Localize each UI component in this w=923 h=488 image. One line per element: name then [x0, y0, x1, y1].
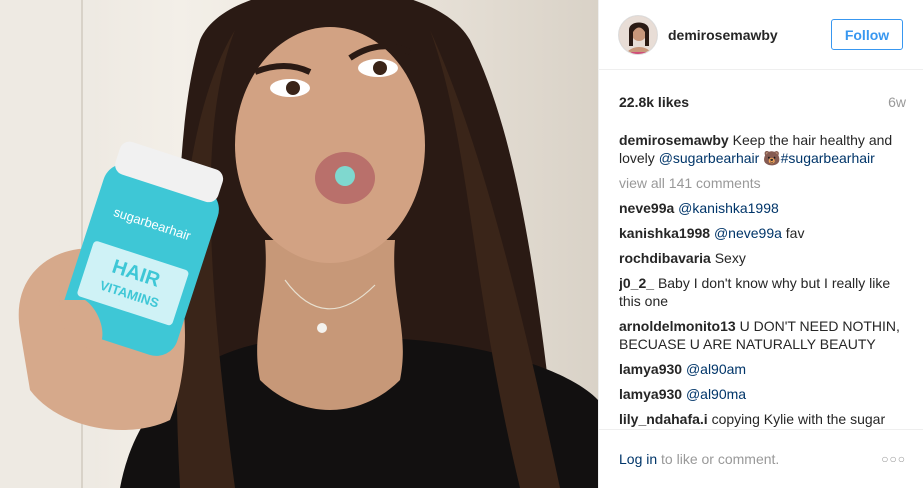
comment-mention[interactable]: @kanishka1998 [678, 200, 779, 216]
comment-username[interactable]: j0_2_ [619, 275, 654, 291]
comment-username[interactable]: lamya930 [619, 386, 682, 402]
login-prompt: Log in to like or comment. [619, 451, 881, 467]
comment-username[interactable]: neve99a [619, 200, 674, 216]
comment-list: neve99a @kanishka1998 kanishka1998 @neve… [619, 199, 906, 429]
post-stats: 22.8k likes 6w [599, 93, 923, 111]
comment-item: neve99a @kanishka1998 [619, 199, 906, 217]
post-photo[interactable]: sugarbearhair HAIR VITAMINS [0, 0, 598, 488]
comment-item: lamya930 @al90ma [619, 385, 906, 403]
comment-text: fav [781, 225, 805, 241]
ellipsis-icon[interactable]: ○○○ [881, 452, 906, 466]
comment-item: j0_2_ Baby I don't know why but I really… [619, 274, 906, 310]
photo-illustration: sugarbearhair HAIR VITAMINS [0, 0, 598, 488]
comment-item: arnoldelmonito13 U DON'T NEED NOTHIN, BE… [619, 317, 906, 353]
comment-item: lily_ndahafa.i copying Kylie with the su… [619, 410, 906, 428]
caption-username[interactable]: demirosemawby [619, 132, 729, 148]
caption-hashtag[interactable]: #sugarbearhair [781, 150, 875, 166]
comment-mention[interactable]: @al90am [686, 361, 746, 377]
comment-item: kanishka1998 @neve99a fav [619, 224, 906, 242]
avatar-image [619, 15, 657, 54]
post-header: demirosemawby Follow [599, 0, 923, 70]
comment-item: lamya930 @al90am [619, 360, 906, 378]
comment-username[interactable]: lamya930 [619, 361, 682, 377]
comment-text: copying Kylie with the sugar [711, 411, 886, 427]
likes-count[interactable]: 22.8k likes [619, 94, 689, 110]
comment-mention[interactable]: @neve99a [714, 225, 782, 241]
login-link[interactable]: Log in [619, 451, 657, 467]
comments-section: demirosemawby Keep the hair healthy and … [599, 131, 923, 429]
post-footer: Log in to like or comment. ○○○ [599, 429, 923, 488]
comment-username[interactable]: kanishka1998 [619, 225, 710, 241]
avatar[interactable] [618, 14, 658, 55]
comment-username[interactable]: arnoldelmonito13 [619, 318, 736, 334]
login-prompt-text: to like or comment. [657, 451, 780, 467]
comment-username[interactable]: lily_ndahafa.i [619, 411, 708, 427]
post-age[interactable]: 6w [888, 94, 906, 110]
bear-emoji-icon: 🐻 [763, 150, 781, 166]
comment-text: Sexy [714, 250, 746, 266]
comment-username[interactable]: rochdibavaria [619, 250, 711, 266]
comment-text: Baby I don't know why but I really like … [619, 275, 891, 309]
caption-mention[interactable]: @sugarbearhair [659, 150, 760, 166]
view-all-comments-link[interactable]: view all 141 comments [619, 174, 906, 192]
comment-item: rochdibavaria Sexy [619, 249, 906, 267]
post-sidebar: demirosemawby Follow 22.8k likes 6w demi… [598, 0, 923, 488]
follow-button[interactable]: Follow [831, 19, 903, 50]
header-username-link[interactable]: demirosemawby [668, 27, 831, 43]
caption: demirosemawby Keep the hair healthy and … [619, 131, 906, 167]
comment-mention[interactable]: @al90ma [686, 386, 746, 402]
